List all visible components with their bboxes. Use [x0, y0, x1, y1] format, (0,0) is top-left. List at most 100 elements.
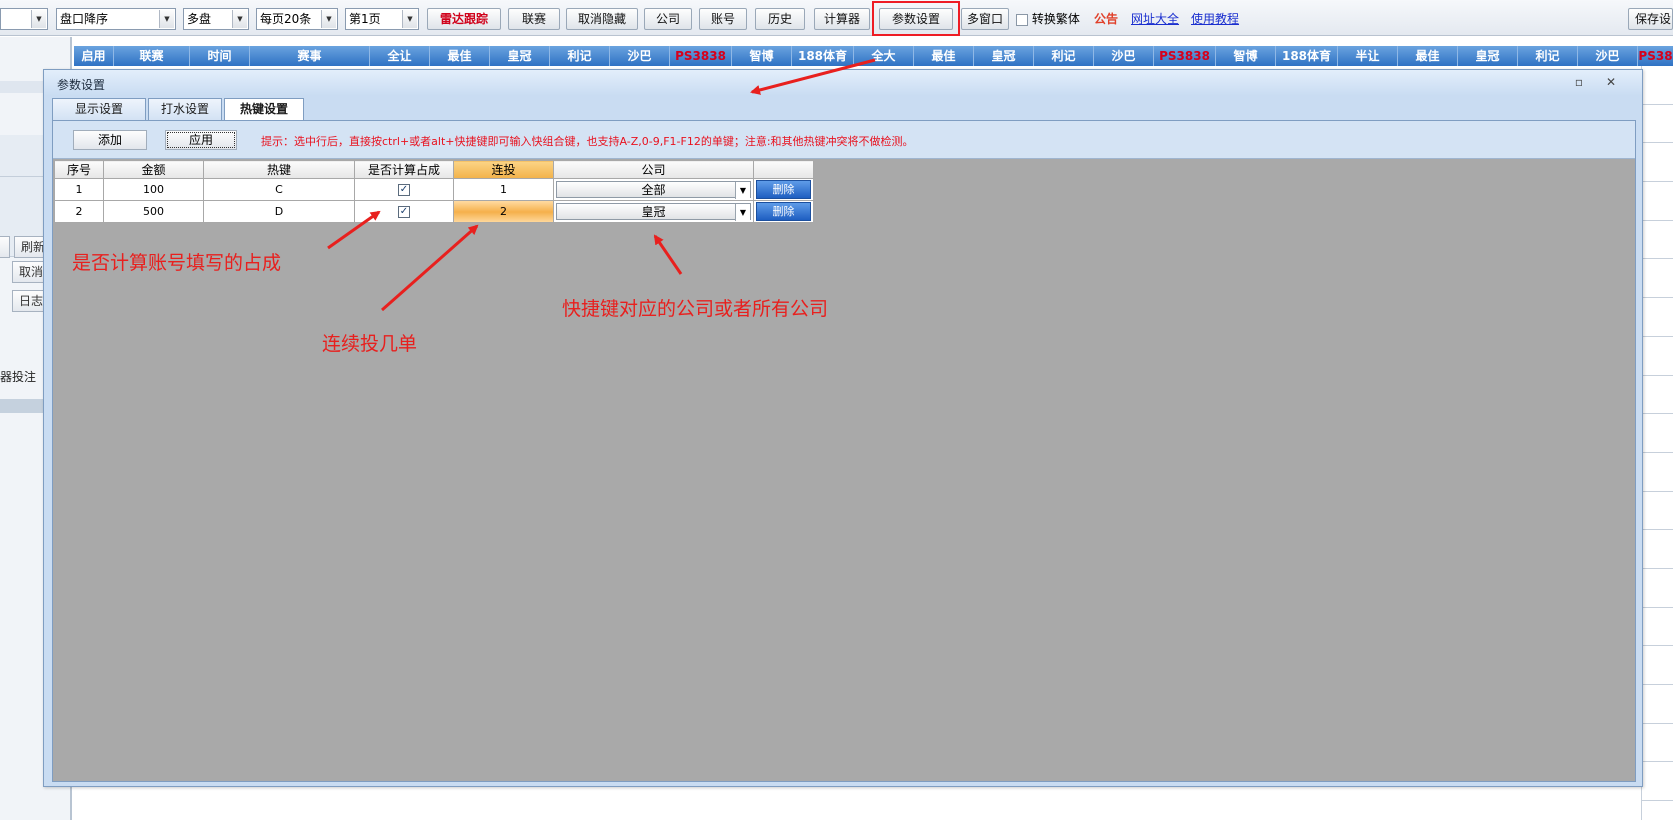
cancel-button[interactable]: 取消: [12, 261, 46, 283]
header-col-12[interactable]: 全大: [854, 46, 914, 66]
close-icon[interactable]: ✕: [1604, 75, 1618, 89]
traditional-toggle[interactable]: 转换繁体: [1016, 8, 1086, 30]
apply-button[interactable]: 应用: [165, 130, 237, 150]
hotkey-panel: 添加 应用 提示：选中行后，直接按ctrl+或者alt+快捷键即可输入快组合键，…: [52, 120, 1636, 782]
repeat-cell[interactable]: 2: [453, 200, 554, 223]
account-button[interactable]: 账号: [699, 8, 747, 30]
header-col-10[interactable]: 智博: [732, 46, 792, 66]
table-row[interactable]: 2 500 D ✓ 2 皇冠 ▼ 删除: [54, 200, 814, 223]
header-col-13[interactable]: 最佳: [914, 46, 974, 66]
chevron-down-icon: ▼: [159, 10, 174, 28]
page-size-combo-value: 每页20条: [260, 12, 312, 26]
page-number-combo[interactable]: 第1页 ▼: [345, 8, 419, 30]
table-row[interactable]: 1 100 C ✓ 1 全部 ▼ 删除: [54, 178, 814, 201]
left-edge-button[interactable]: [0, 236, 10, 258]
header-col-2[interactable]: 时间: [190, 46, 250, 66]
header-col-6[interactable]: 皇冠: [490, 46, 550, 66]
company-select[interactable]: 皇冠 ▼: [556, 203, 751, 221]
calc-share-cell: ✓: [354, 200, 454, 223]
checkbox-icon[interactable]: [1016, 13, 1028, 26]
delete-button[interactable]: 删除: [756, 202, 811, 221]
chevron-down-icon[interactable]: ▼: [735, 204, 750, 221]
sort-combo[interactable]: 盘口降序 ▼: [56, 8, 176, 30]
column-header-company[interactable]: 公司: [553, 160, 754, 179]
header-col-23[interactable]: 利记: [1518, 46, 1578, 66]
settings-dialog: 参数设置 ▫ ✕ 显示设置 打水设置 热键设置 添加 应用 提示：选中行后，直接…: [43, 69, 1643, 787]
history-button[interactable]: 历史: [755, 8, 805, 30]
company-select[interactable]: 全部 ▼: [556, 181, 751, 199]
company-select-value: 全部: [641, 183, 666, 197]
dialog-title: 参数设置: [57, 78, 106, 92]
log-button[interactable]: 日志: [12, 290, 46, 312]
chevron-down-icon: ▼: [321, 10, 336, 28]
calc-share-checkbox[interactable]: ✓: [398, 184, 410, 196]
header-col-0[interactable]: 启用: [74, 46, 114, 66]
header-col-4[interactable]: 全让: [370, 46, 430, 66]
save-settings-button[interactable]: 保存设: [1628, 8, 1673, 30]
header-col-22[interactable]: 皇冠: [1458, 46, 1518, 66]
hotkey-toolbar: 添加 应用 提示：选中行后，直接按ctrl+或者alt+快捷键即可输入快组合键，…: [53, 121, 1635, 159]
chevron-down-icon: ▼: [31, 10, 46, 28]
amount-cell[interactable]: 100: [103, 178, 204, 201]
actions-cell: 删除: [753, 200, 814, 223]
restore-icon[interactable]: ▫: [1572, 75, 1586, 89]
add-button[interactable]: 添加: [73, 130, 147, 150]
header-col-18[interactable]: 智博: [1216, 46, 1276, 66]
tab-hotkey-settings[interactable]: 热键设置: [224, 98, 304, 121]
calc-share-checkbox[interactable]: ✓: [398, 206, 410, 218]
market-combo[interactable]: 多盘 ▼: [183, 8, 249, 30]
header-col-15[interactable]: 利记: [1034, 46, 1094, 66]
notice-label[interactable]: 公告: [1094, 8, 1118, 30]
header-col-16[interactable]: 沙巴: [1094, 46, 1154, 66]
header-col-11[interactable]: 188体育: [792, 46, 854, 66]
header-col-7[interactable]: 利记: [550, 46, 610, 66]
hotkey-cell[interactable]: C: [203, 178, 355, 201]
header-col-3[interactable]: 赛事: [250, 46, 370, 66]
header-col-25[interactable]: PS38: [1638, 46, 1673, 66]
dialog-title-bar: 参数设置 ▫ ✕: [44, 70, 1642, 96]
radar-track-button[interactable]: 雷达跟踪: [427, 8, 501, 30]
column-header-calc-share[interactable]: 是否计算占成: [354, 160, 454, 179]
league-button[interactable]: 联赛: [508, 8, 560, 30]
tutorial-link[interactable]: 使用教程: [1191, 8, 1239, 30]
chevron-down-icon: ▼: [232, 10, 247, 28]
header-col-20[interactable]: 半让: [1338, 46, 1398, 66]
header-col-14[interactable]: 皇冠: [974, 46, 1034, 66]
header-col-8[interactable]: 沙巴: [610, 46, 670, 66]
page-number-combo-value: 第1页: [349, 12, 381, 26]
column-header-no[interactable]: 序号: [54, 160, 104, 179]
header-col-24[interactable]: 沙巴: [1578, 46, 1638, 66]
multi-window-button[interactable]: 多窗口: [961, 8, 1009, 30]
chevron-down-icon[interactable]: ▼: [735, 182, 750, 199]
delete-button[interactable]: 删除: [756, 180, 811, 199]
market-combo-value: 多盘: [187, 12, 212, 26]
odds-table-header: 启用 联赛 时间 赛事 全让 最佳 皇冠 利记 沙巴 PS3838 智博 188体育 全大 最佳 皇冠 利记沙…: [74, 46, 1673, 66]
header-col-19[interactable]: 188体育: [1276, 46, 1338, 66]
amount-cell[interactable]: 500: [103, 200, 204, 223]
column-header-actions: [753, 160, 814, 179]
company-select-value: 皇冠: [641, 205, 666, 219]
url-list-link[interactable]: 网址大全: [1131, 8, 1179, 30]
page-size-combo[interactable]: 每页20条 ▼: [256, 8, 338, 30]
column-header-hotkey[interactable]: 热键: [203, 160, 355, 179]
filter-combo[interactable]: ▼: [0, 8, 48, 30]
tab-display-settings[interactable]: 显示设置: [52, 98, 146, 120]
unhide-button[interactable]: 取消隐藏: [566, 8, 638, 30]
header-col-17[interactable]: PS3838: [1154, 46, 1216, 66]
repeat-cell[interactable]: 1: [453, 178, 554, 201]
column-header-repeat[interactable]: 连投: [453, 160, 554, 179]
left-panel-bar: [0, 399, 44, 413]
calculator-button[interactable]: 计算器: [814, 8, 870, 30]
header-col-5[interactable]: 最佳: [430, 46, 490, 66]
annotation-calc-share: 是否计算账号填写的占成: [72, 252, 282, 274]
hotkey-cell[interactable]: D: [203, 200, 355, 223]
header-col-21[interactable]: 最佳: [1398, 46, 1458, 66]
header-col-9[interactable]: PS3838: [670, 46, 732, 66]
main-toolbar: ▼ 盘口降序 ▼ 多盘 ▼ 每页20条 ▼ 第1页 ▼ 雷达跟踪 联赛 取消隐藏…: [0, 0, 1673, 36]
tab-rebate-settings[interactable]: 打水设置: [148, 98, 222, 120]
column-header-amount[interactable]: 金额: [103, 160, 204, 179]
bet-label: 器投注: [0, 370, 37, 384]
header-col-1[interactable]: 联赛: [114, 46, 190, 66]
calc-share-cell: ✓: [354, 178, 454, 201]
company-button[interactable]: 公司: [644, 8, 692, 30]
